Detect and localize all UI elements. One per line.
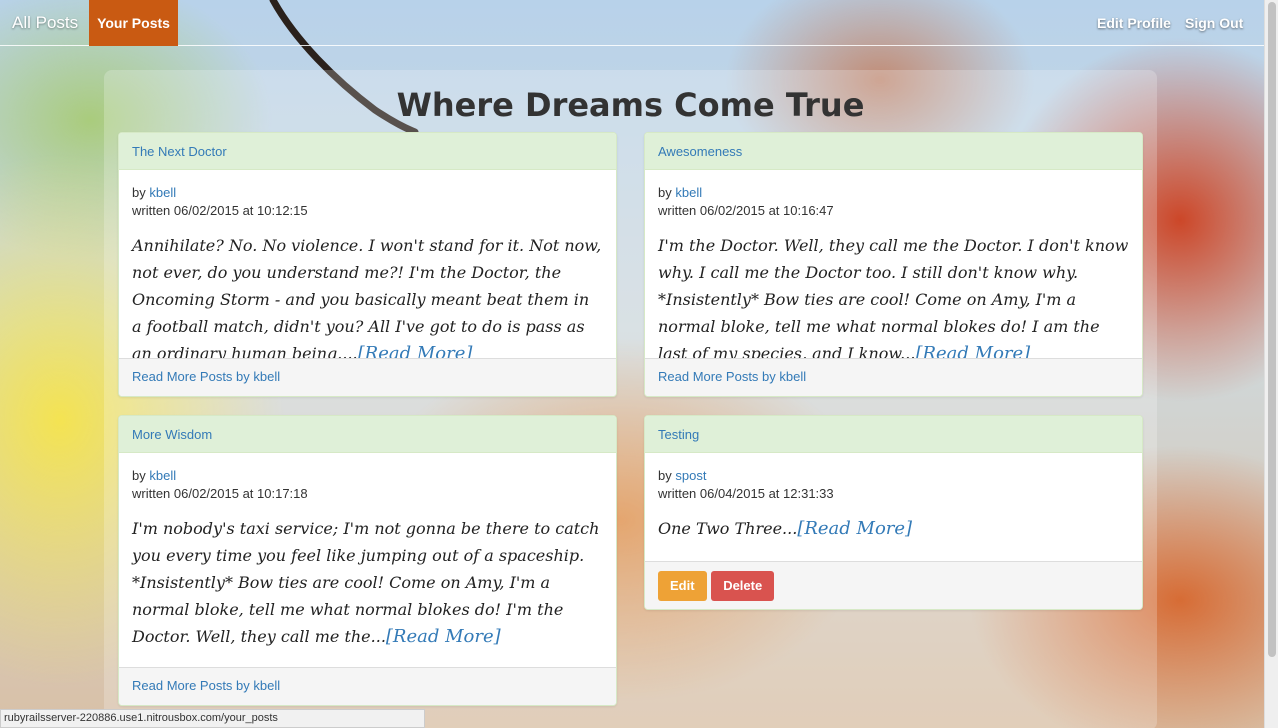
nav-sign-out-link[interactable]: Sign Out	[1185, 15, 1243, 31]
scrollbar-thumb[interactable]	[1268, 2, 1276, 657]
navbar: All Posts Your Posts Edit Profile Sign O…	[0, 0, 1264, 46]
status-bar-url: rubyrailsserver-220886.use1.nitrousbox.c…	[0, 709, 425, 728]
nav-all-posts-link[interactable]: All Posts	[12, 13, 78, 33]
by-label: by	[658, 468, 672, 483]
post-card: Awesomeness by kbell written 06/02/2015 …	[644, 132, 1143, 397]
nav-edit-profile-link[interactable]: Edit Profile	[1097, 15, 1171, 31]
post-card: More Wisdom by kbell written 06/02/2015 …	[118, 415, 617, 706]
post-excerpt: I'm the Doctor. Well, they call me the D…	[658, 236, 1129, 363]
author-link[interactable]: kbell	[149, 468, 176, 483]
post-title-link[interactable]: Awesomeness	[658, 144, 742, 159]
post-timestamp: written 06/02/2015 at 10:17:18	[132, 486, 308, 501]
read-more-posts-by-author-link[interactable]: Read More Posts by kbell	[132, 369, 280, 384]
post-title-link[interactable]: Testing	[658, 427, 699, 442]
post-excerpt: One Two Three...	[658, 519, 798, 538]
post-title-link[interactable]: The Next Doctor	[132, 144, 227, 159]
read-more-posts-by-author-link[interactable]: Read More Posts by kbell	[658, 369, 806, 384]
post-card: The Next Doctor by kbell written 06/02/2…	[118, 132, 617, 397]
read-more-posts-by-author-link[interactable]: Read More Posts by kbell	[132, 678, 280, 693]
post-timestamp: written 06/02/2015 at 10:16:47	[658, 203, 834, 218]
author-link[interactable]: kbell	[149, 185, 176, 200]
delete-post-button[interactable]: Delete	[711, 571, 775, 601]
by-label: by	[132, 185, 146, 200]
author-link[interactable]: spost	[675, 468, 706, 483]
page-title: Where Dreams Come True	[396, 86, 865, 124]
read-more-link[interactable]: [Read More]	[386, 626, 501, 647]
post-card: Testing by spost written 06/04/2015 at 1…	[644, 415, 1143, 610]
post-excerpt: I'm nobody's taxi service; I'm not gonna…	[132, 519, 600, 646]
author-link[interactable]: kbell	[675, 185, 702, 200]
vertical-scrollbar[interactable]	[1264, 0, 1278, 728]
nav-your-posts-link[interactable]: Your Posts	[89, 0, 178, 46]
by-label: by	[658, 185, 672, 200]
edit-post-button[interactable]: Edit	[658, 571, 707, 601]
by-label: by	[132, 468, 146, 483]
post-title-link[interactable]: More Wisdom	[132, 427, 212, 442]
post-timestamp: written 06/04/2015 at 12:31:33	[658, 486, 834, 501]
read-more-link[interactable]: [Read More]	[797, 518, 912, 539]
post-timestamp: written 06/02/2015 at 10:12:15	[132, 203, 308, 218]
